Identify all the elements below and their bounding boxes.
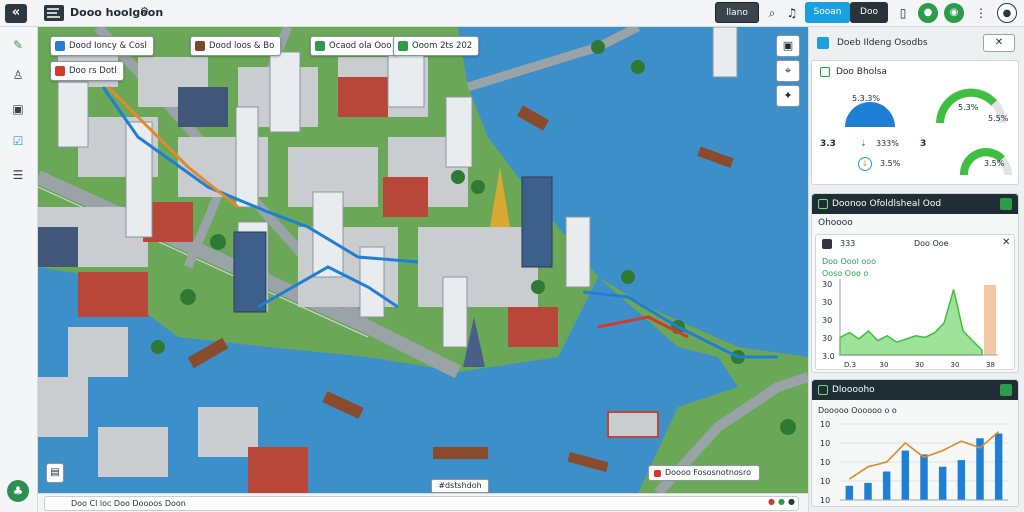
image-icon[interactable]: ▣ (776, 35, 800, 57)
map-pin-label[interactable]: Ocaod ola Ooo (310, 36, 399, 56)
detail-card: Doonoo Ofoldlsheal Ood Ohoooo 333 Doo Oo… (811, 193, 1019, 373)
back-button[interactable]: « (5, 4, 27, 23)
map-pin-icon[interactable]: ✎ (9, 37, 27, 53)
close-icon[interactable]: ✕ (983, 34, 1015, 52)
y-tick-label: 3.0 (822, 352, 835, 361)
y-tick-label: 10 (820, 439, 830, 448)
clipboard-icon[interactable]: ▯ (894, 4, 912, 22)
y-tick-label: 30 (822, 298, 832, 307)
status-icon[interactable]: ● (918, 3, 938, 23)
bar-chart: 10 10 10 10 10 (820, 420, 1008, 505)
map-canvas (38, 27, 808, 493)
panel-icon (817, 37, 829, 49)
map-toolbar: ▣ ⌖ ✦ (776, 35, 800, 110)
y-tick-label: 10 (820, 477, 830, 486)
compass-icon[interactable]: ✦ (776, 85, 800, 107)
layers-icon[interactable]: ▤ (46, 463, 64, 483)
map-pin-label[interactable]: Doo rs Dotl (50, 61, 124, 81)
list-icon[interactable]: ☰ (9, 167, 27, 183)
search-icon[interactable]: ⌕ (763, 4, 781, 22)
detail-subheader: Ohoooo (818, 218, 853, 228)
checklist-icon[interactable]: ☑ (9, 133, 27, 149)
right-panel: Doeb Ildeng Osodbs ✕ Doo Bholsa 5.3.3% 5… (808, 27, 1024, 512)
status-indicators: ●●● (768, 497, 798, 506)
more-icon[interactable]: ⋮ (972, 4, 990, 22)
status-bar: Doo Cl loc Doo Doooos Doon ●●● (38, 493, 808, 512)
app-logo-icon (44, 5, 64, 21)
x-tick-label: 30 (915, 361, 924, 369)
panel-title: Doeb Ildeng Osodbs (837, 38, 928, 48)
map-scale-label: #dstshdoh (431, 479, 489, 493)
user-icon[interactable]: ♙ (9, 67, 27, 83)
y-tick-label: 30 (822, 316, 832, 325)
top-bar: « Dooo hoolgoon ⚙ llano ⌕ ♫ Sooan Doo ▯ … (0, 0, 1024, 27)
area-series (839, 289, 983, 356)
detail-chart-card: 333 Doo Ooe ✕ Doo Oool ooo Ooso Ooo o 3.… (815, 234, 1015, 370)
y-tick-label: 10 (820, 420, 830, 429)
bar (901, 450, 910, 500)
bar (882, 471, 891, 500)
map-pin-label[interactable]: Dood loos & Bo (190, 36, 282, 56)
brand-logo-icon: ♣ (7, 480, 29, 502)
row2-icon: ⇣ (860, 139, 867, 148)
x-tick-label: 38 (986, 361, 995, 369)
area-chart: 3.0 30 30 30 30 D.3 30 30 30 38 (822, 279, 998, 369)
bar (994, 433, 1003, 500)
map-legend[interactable]: Doooo Fososnotnosro (648, 465, 760, 481)
tab-inactive[interactable]: Doo (850, 2, 888, 23)
x-tick-label: D.3 (844, 361, 856, 369)
bar (938, 466, 947, 500)
avatar[interactable]: ● (997, 3, 1017, 23)
bar (864, 482, 872, 500)
x-tick-label: 30 (951, 361, 960, 369)
crosshair-icon[interactable]: ⌖ (776, 60, 800, 82)
summary-card: Doo Bholsa 5.3.3% 5.3% 5.5% 3.3 ⇣ 333% 3… (811, 60, 1019, 185)
bar (957, 460, 966, 500)
app-title: Dooo hoolgoon (70, 6, 164, 19)
summary-icon (820, 67, 830, 77)
left-rail: ✎ ♙ ▣ ☑ ☰ ♣ (0, 27, 38, 512)
gauge3-value: 3.5% (880, 159, 901, 168)
y-tick-label: 30 (822, 334, 832, 343)
row2-right-left: 3 (920, 139, 927, 149)
settings-icon[interactable]: ⚙ (140, 6, 149, 17)
gauge4-value: 3.5% (984, 159, 1005, 168)
y-tick-label: 30 (822, 280, 832, 289)
bar (920, 454, 928, 500)
image-icon[interactable]: ▣ (9, 101, 27, 117)
highlight-band (984, 285, 996, 355)
map-pin-label[interactable]: Dood Ioncy & Cosl (50, 36, 154, 56)
map-pin-label[interactable]: Ooom 2ts 202 (393, 36, 480, 56)
row2-left: 3.3 (820, 139, 836, 149)
target-icon: ↓ (858, 157, 872, 171)
bell-icon[interactable]: ♫ (783, 4, 801, 22)
y-tick-label: 10 (820, 458, 830, 467)
detail-header: Doonoo Ofoldlsheal Ood (812, 194, 1018, 214)
y-tick-label: 10 (820, 496, 830, 505)
bar-chart-card: Dlooooho Dooooo Oooooo o o 10 10 10 10 10 (811, 379, 1019, 507)
gauge1-value: 5.3.3% (852, 94, 880, 103)
bar (845, 485, 854, 500)
summary-title: Doo Bholsa (836, 67, 887, 77)
map-view[interactable]: Dood Ioncy & Cosl Dood loos & Bo Ocaod o… (38, 27, 808, 493)
row2-mid: 333% (876, 139, 899, 148)
x-tick-label: 30 (880, 361, 889, 369)
gauge-green-2 (960, 148, 1012, 176)
gauge2-value: 5.3% (958, 103, 979, 112)
user-badge-icon[interactable]: ◉ (944, 3, 964, 23)
tab-active[interactable]: Sooan (805, 2, 850, 23)
app-window: « Dooo hoolgoon ⚙ llano ⌕ ♫ Sooan Doo ▯ … (0, 0, 1024, 512)
status-text: Doo Cl loc Doo Doooos Doon (44, 496, 799, 511)
mode-button[interactable]: llano (715, 2, 759, 23)
gauge2-sub: 5.5% (988, 114, 1009, 123)
